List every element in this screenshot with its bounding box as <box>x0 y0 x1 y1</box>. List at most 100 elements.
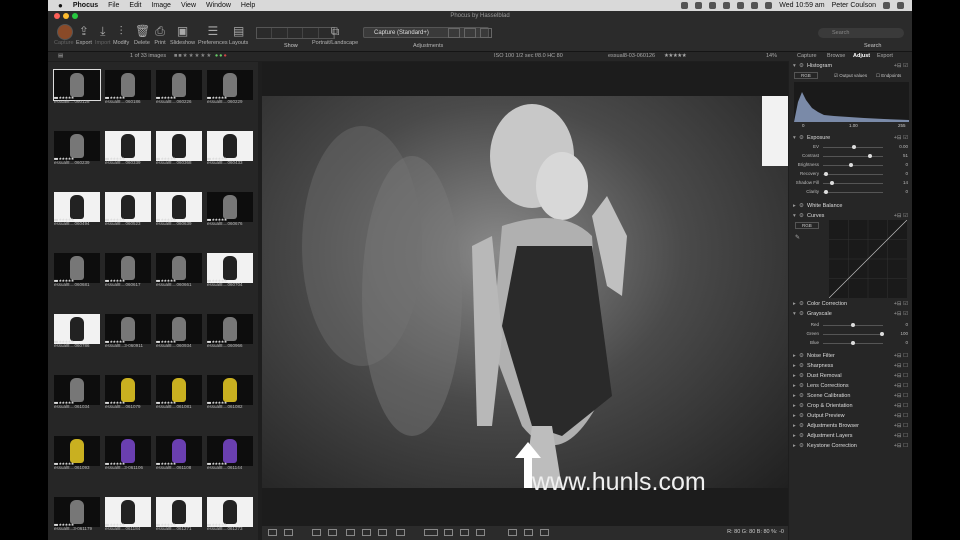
battery-icon[interactable] <box>765 2 773 9</box>
histogram-section-header[interactable]: ▾ ⚙ Histogram +⊟ ☑ <box>793 62 910 71</box>
straighten-tool-icon[interactable] <box>328 529 337 536</box>
slider-track[interactable] <box>823 154 883 158</box>
slider-value[interactable]: 0 <box>905 322 908 327</box>
copy-preset-icon[interactable] <box>464 28 476 38</box>
portrait-landscape-button[interactable]: ⧉ Portrait/Landscape <box>312 24 358 46</box>
slider-value[interactable]: 51 <box>903 153 908 158</box>
thumbnail[interactable]: ■■ ★★★★★ essual8....061184 <box>103 495 153 532</box>
slider-value[interactable]: 0 <box>905 340 908 345</box>
slider-value[interactable]: 0 <box>905 171 908 176</box>
slider-value[interactable]: 0 <box>905 162 908 167</box>
volume-icon[interactable] <box>751 2 759 9</box>
slider-value[interactable]: 0.00 <box>899 144 908 149</box>
notification-center-icon[interactable] <box>897 2 904 9</box>
crop-tool-icon[interactable] <box>312 529 321 536</box>
slider-knob[interactable] <box>852 145 856 149</box>
single-view-icon[interactable] <box>284 529 293 536</box>
spotlight-icon[interactable] <box>883 2 890 9</box>
status-icon[interactable] <box>723 2 731 9</box>
slider-knob[interactable] <box>849 163 854 167</box>
exposure-section-header[interactable]: ▾ ⚙ Exposure +⊟ ☑ <box>793 134 910 143</box>
slider-knob[interactable] <box>824 190 829 194</box>
tab-export[interactable]: Export <box>877 53 893 59</box>
menu-view[interactable]: View <box>181 2 196 9</box>
grayscale-section-header[interactable]: ▾ ⚙ Grayscale +⊟ ☑ <box>793 310 910 319</box>
histogram-toggle[interactable]: +⊟ ☑ <box>894 62 908 71</box>
section-header[interactable]: ▸ ⚙ Lens Corrections +⊟ ☐ <box>793 382 910 391</box>
histogram-channel-select[interactable]: RGB <box>794 72 818 79</box>
status-icon[interactable] <box>709 2 717 9</box>
output-values-checkbox[interactable]: ☑ Output values <box>834 73 867 79</box>
menubar-clock[interactable]: Wed 10:59 am <box>779 2 824 9</box>
menu-window[interactable]: Window <box>206 2 231 9</box>
image-viewer[interactable] <box>262 62 788 526</box>
thumbnail[interactable]: ■■ ★★★★★ essual8....060226 <box>154 68 204 105</box>
rating-filter[interactable]: ■■★★★★★ ●●● <box>174 52 228 61</box>
thumbnail[interactable]: ■■ ★★★★★ essual8....060239 <box>52 129 102 166</box>
menu-app-phocus[interactable]: Phocus <box>73 2 98 9</box>
close-window-icon[interactable] <box>54 13 60 19</box>
white-balance-section-header[interactable]: ▸ ⚙ White Balance <box>793 202 910 211</box>
filmstrip-icon[interactable] <box>476 529 485 536</box>
modify-button[interactable]: ⫶ Modify <box>113 24 129 46</box>
thumbnail[interactable]: ■■ ★★★★★ essual8....060494 <box>52 190 102 227</box>
main-photo[interactable] <box>262 96 788 488</box>
browser-menu-icon[interactable]: ▤ <box>58 52 63 61</box>
import-button[interactable]: ⤓ Import <box>95 24 111 46</box>
section-toggle[interactable]: +⊟ ☐ <box>894 422 908 431</box>
thumbnail[interactable]: ■■ ★★★★★ essual8....060704 <box>205 251 255 288</box>
section-header[interactable]: ▸ ⚙ Output Preview +⊟ ☐ <box>793 412 910 421</box>
slider-track[interactable] <box>823 145 883 149</box>
section-header[interactable]: ▸ ⚙ Dust Removal +⊟ ☐ <box>793 372 910 381</box>
endpoints-checkbox[interactable]: ☐ Endpoints <box>876 73 901 79</box>
thumbnail[interactable]: ■■ ★★★★★ essual8....061108 <box>154 434 204 471</box>
tab-capture[interactable]: Capture <box>797 53 817 59</box>
thumbnail[interactable]: ■■ ★★★★★ essual8....061079 <box>103 373 153 410</box>
section-header[interactable]: ▸ ⚙ Keystone Correction +⊟ ☐ <box>793 442 910 451</box>
menu-file[interactable]: File <box>108 2 119 9</box>
eyedropper-icon[interactable]: ✎ <box>795 234 800 241</box>
slideshow-button[interactable]: ▣ Slideshow <box>170 24 195 46</box>
paste-preset-icon[interactable] <box>480 28 492 38</box>
slider-knob[interactable] <box>868 154 873 158</box>
previous-image-icon[interactable] <box>508 529 517 536</box>
thumbnail[interactable]: ■■ ★★★★★ essual8...3-060911 <box>103 312 153 349</box>
fullscreen-icon[interactable] <box>540 529 549 536</box>
thumbnail[interactable]: ■■ ★★★★★ essual8....061081 <box>154 373 204 410</box>
zoom-level[interactable]: 14% <box>766 52 777 61</box>
zoom-window-icon[interactable] <box>72 13 78 19</box>
status-icon[interactable] <box>681 2 689 9</box>
minimize-window-icon[interactable] <box>63 13 69 19</box>
export-button[interactable]: ⇪ Export <box>76 24 92 46</box>
thumbnail[interactable]: ■■ ★★★★★ essual8....061093 <box>52 434 102 471</box>
text-tool-icon[interactable] <box>396 529 405 536</box>
current-rating[interactable]: ★★★★★ <box>664 52 687 61</box>
section-header[interactable]: ▸ ⚙ Crop & Orientation +⊟ ☐ <box>793 402 910 411</box>
preferences-button[interactable]: ☰ Preferences <box>198 24 228 46</box>
section-header[interactable]: ▸ ⚙ Adjustments Browser +⊟ ☐ <box>793 422 910 431</box>
slider-knob[interactable] <box>879 332 884 336</box>
thumbnail[interactable]: ■■ ★★★★★ essual8....061082 <box>205 373 255 410</box>
thumbnail[interactable]: ■■ ★★★★★ essual8....060186 <box>103 68 153 105</box>
delete-button[interactable]: 🗑 Delete <box>134 24 150 46</box>
thumbnail[interactable]: ■■ ★★★★★ essual8....060639 <box>154 190 204 227</box>
slider-value[interactable]: 14 <box>903 180 908 185</box>
wifi-icon[interactable] <box>737 2 745 9</box>
thumbnail[interactable]: ■■ ★★★★★ essual8...3-061179 <box>52 495 102 532</box>
section-header[interactable]: ▸ ⚙ Adjustment Layers +⊟ ☐ <box>793 432 910 441</box>
slider-track[interactable] <box>823 332 884 336</box>
loupe-tool-icon[interactable] <box>362 529 371 536</box>
curves-channel-select[interactable]: RGB <box>795 222 819 229</box>
thumbnail[interactable]: ■■ ★★★★★ essual8....060934 <box>154 312 204 349</box>
tab-browse[interactable]: Browse <box>827 53 845 59</box>
thumbnail[interactable]: ■■ ★★★★★ essual8....061034 <box>52 373 102 410</box>
grayscale-toggle[interactable]: +⊟ ☑ <box>894 310 908 319</box>
section-toggle[interactable]: +⊟ ☐ <box>894 362 908 371</box>
next-image-icon[interactable] <box>524 529 533 536</box>
thumbnail[interactable]: ■■ ★★★★★ essual8....060128 <box>52 68 102 105</box>
picker-tool-icon[interactable] <box>346 529 355 536</box>
slider-track[interactable] <box>823 341 883 345</box>
slider-track[interactable] <box>823 172 883 176</box>
thumbnail[interactable]: ■■ ★★★★★ essual8....060617 <box>103 251 153 288</box>
slider-knob[interactable] <box>850 341 855 345</box>
